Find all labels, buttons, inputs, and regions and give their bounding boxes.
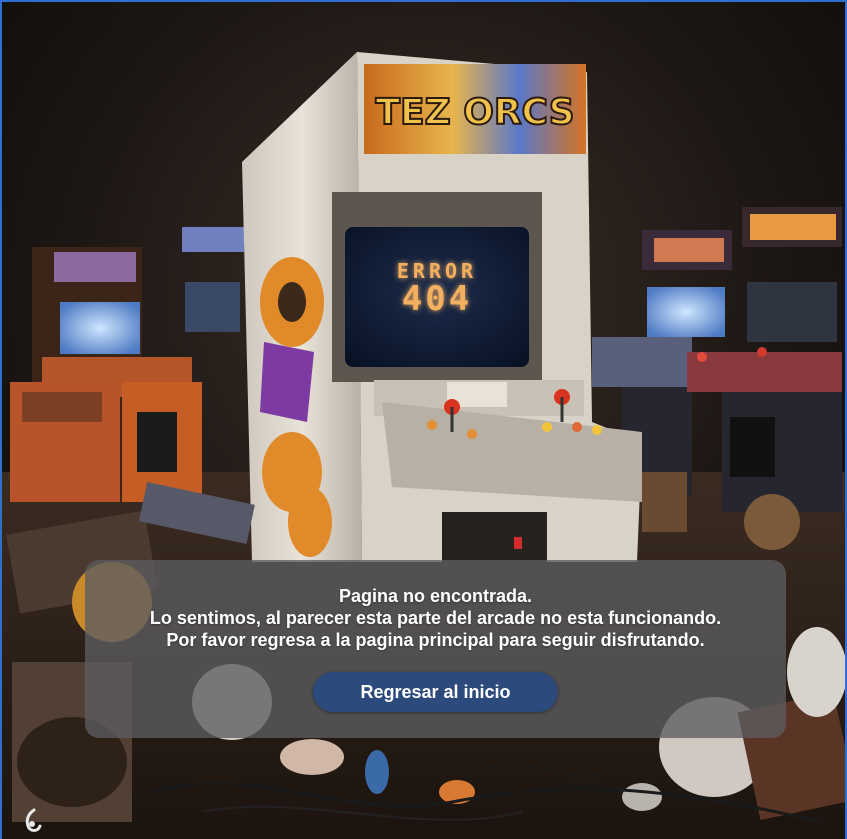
not-found-message-card: Pagina no encontrada. Lo sentimos, al pa… [85,560,786,738]
not-found-apology: Lo sentimos, al parecer esta parte del a… [149,608,722,628]
crt-error-code: 404 [401,279,473,319]
not-found-title: Pagina no encontrada. [338,586,533,606]
page-frame: TEZ ORCS ERROR 404 Pagina no encontrada.… [0,0,847,839]
back-to-home-button[interactable]: Regresar al inicio [313,672,558,712]
crt-error-text: ERROR 404 [345,260,529,316]
not-found-instructions: Por favor regresa a la pagina principal … [166,630,705,650]
logo-mark-icon [25,808,42,832]
svg-text:TEZ ORCS: TEZ ORCS [375,92,574,133]
